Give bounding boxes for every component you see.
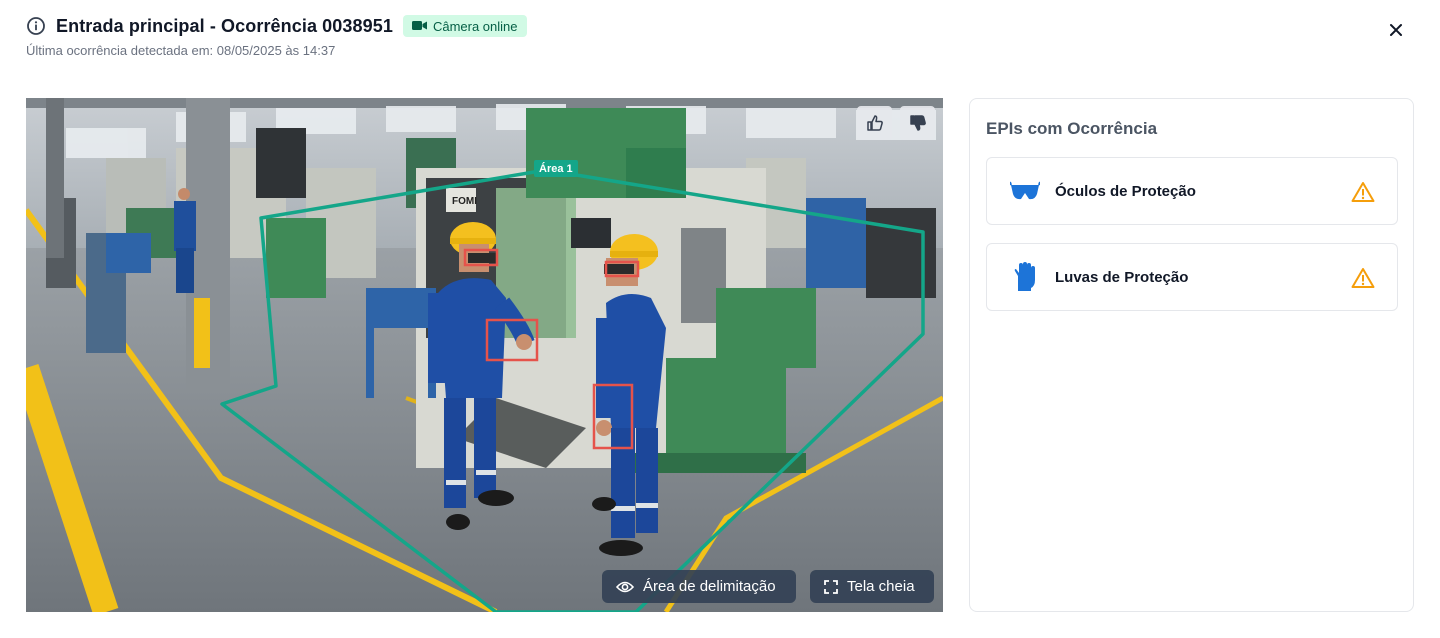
thumbs-up-icon bbox=[866, 115, 883, 131]
thumbs-up-button[interactable] bbox=[857, 106, 892, 140]
epi-item-safety-glasses[interactable]: Óculos de Proteção bbox=[986, 157, 1398, 225]
safety-glasses-icon bbox=[1009, 175, 1041, 207]
thumbs-down-button[interactable] bbox=[900, 106, 935, 140]
camera-scene-image: FOMI bbox=[26, 98, 943, 612]
video-camera-icon bbox=[411, 19, 427, 34]
epi-panel-title: EPIs com Ocorrência bbox=[986, 119, 1158, 138]
last-occurrence-text: Última ocorrência detectada em: 08/05/20… bbox=[26, 43, 336, 58]
epi-panel: EPIs com Ocorrência Óculos de Proteção L… bbox=[969, 98, 1414, 612]
close-icon bbox=[1390, 24, 1402, 36]
warning-icon bbox=[1351, 267, 1375, 289]
fullscreen-label: Tela cheia bbox=[847, 578, 915, 595]
area-label: Área 1 bbox=[534, 160, 578, 177]
camera-status-badge: Câmera online bbox=[402, 15, 527, 37]
gloves-icon bbox=[1009, 261, 1041, 293]
close-button[interactable] bbox=[1386, 20, 1406, 40]
epi-item-gloves[interactable]: Luvas de Proteção bbox=[986, 243, 1398, 311]
warning-icon bbox=[1351, 181, 1375, 203]
info-icon bbox=[26, 16, 46, 36]
epi-item-label: Luvas de Proteção bbox=[1055, 268, 1189, 286]
boundary-area-label: Área de delimitação bbox=[643, 578, 776, 595]
page-title: Entrada principal - Ocorrência 0038951 bbox=[56, 15, 393, 36]
svg-text:FOMI: FOMI bbox=[452, 196, 477, 207]
boundary-area-button[interactable]: Área de delimitação bbox=[602, 570, 796, 603]
camera-status-label: Câmera online bbox=[432, 18, 518, 34]
fullscreen-button[interactable]: Tela cheia bbox=[810, 570, 934, 603]
header: Entrada principal - Ocorrência 0038951 C… bbox=[26, 14, 527, 38]
camera-feed[interactable]: FOMI Área 1 Área de delimitação Tela che… bbox=[26, 98, 943, 612]
fullscreen-icon bbox=[824, 579, 838, 594]
eye-icon bbox=[616, 581, 634, 592]
epi-item-label: Óculos de Proteção bbox=[1055, 182, 1196, 200]
thumbs-down-icon bbox=[909, 115, 926, 131]
